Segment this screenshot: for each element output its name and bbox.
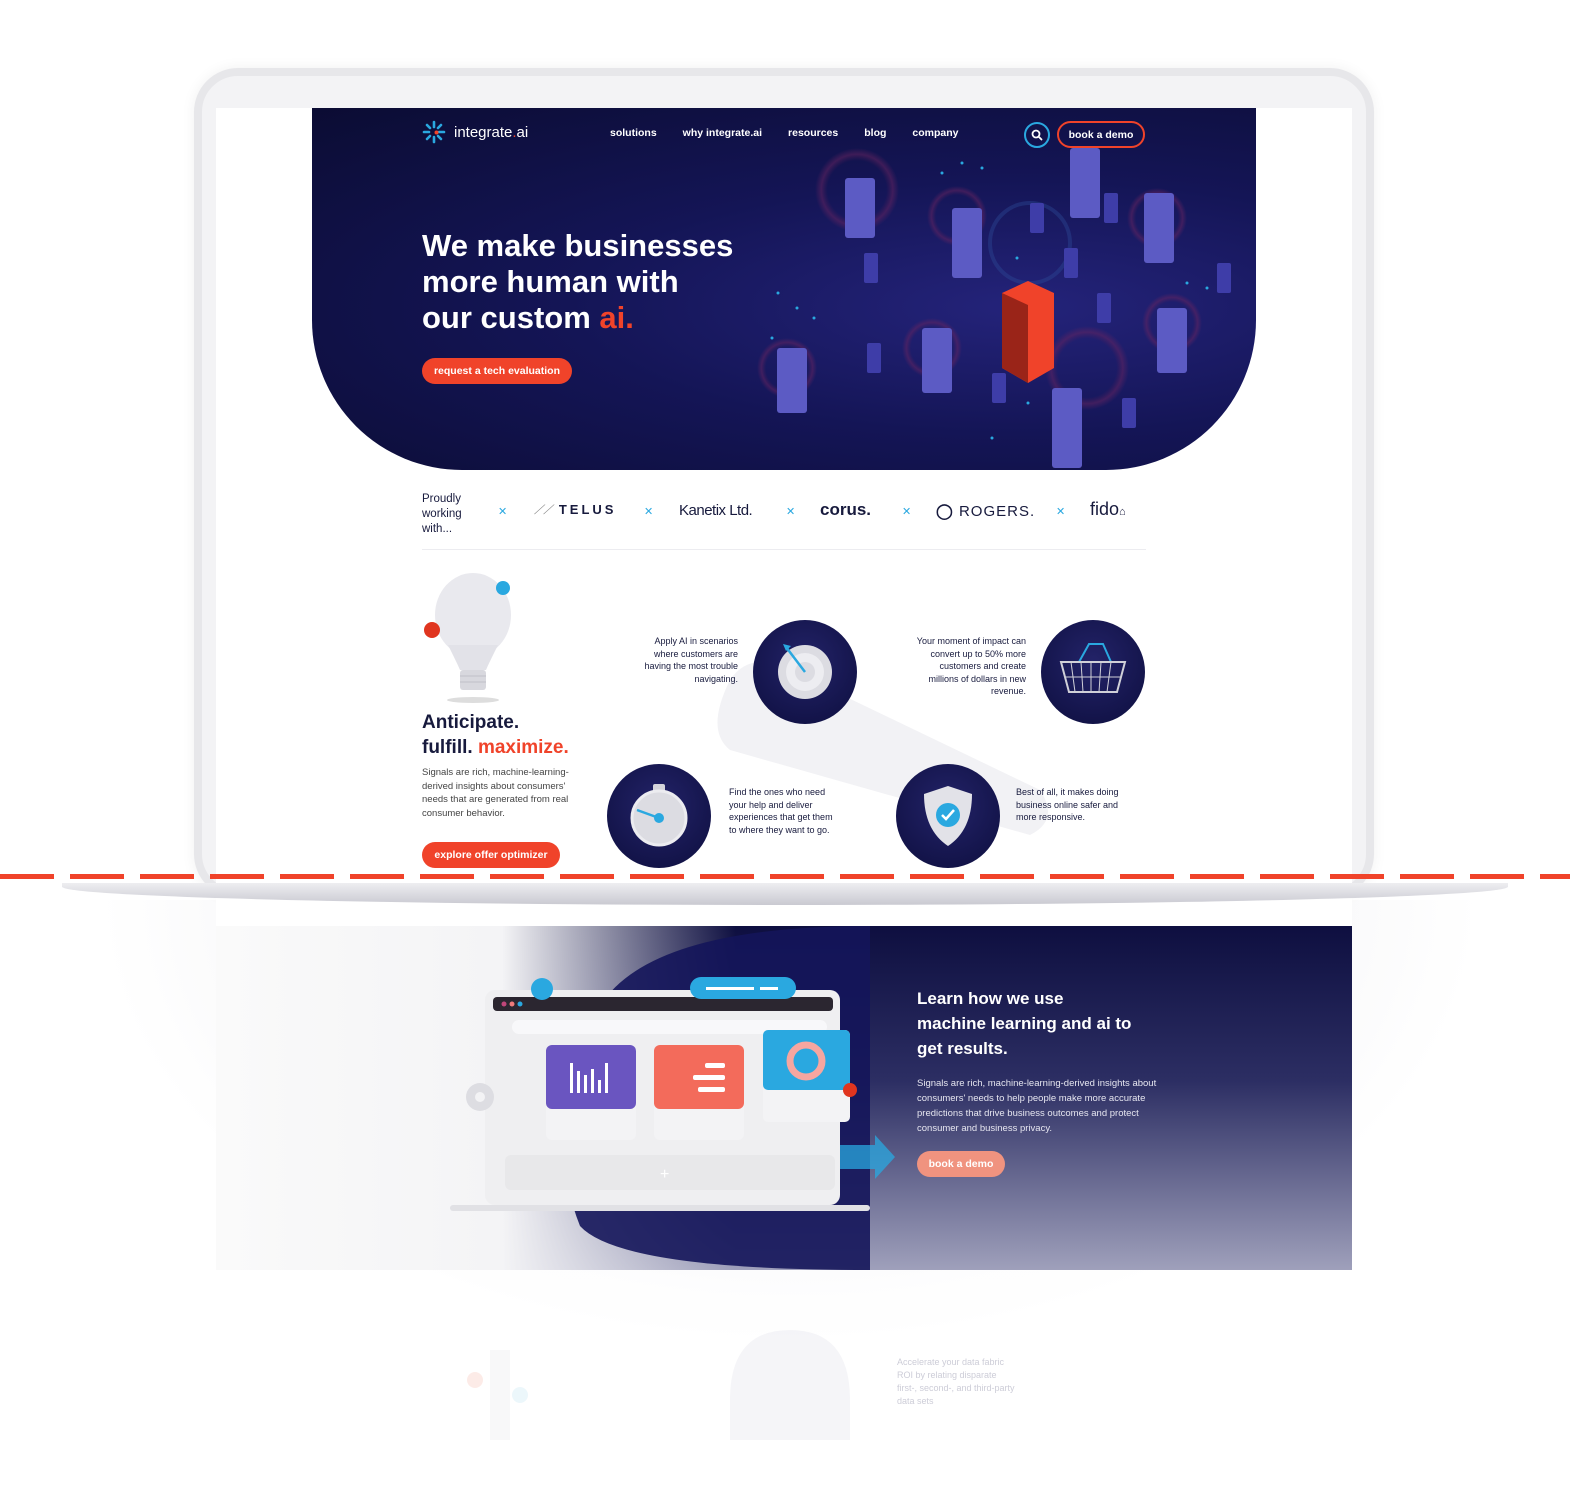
separator-icon: ✕ (644, 506, 654, 518)
separator-icon: ✕ (1056, 506, 1066, 518)
separator-icon: ✕ (786, 506, 796, 518)
explore-offer-optimizer-button[interactable]: explore offer optimizer (422, 842, 560, 868)
basket-icon (1059, 643, 1127, 693)
stopwatch-circle (607, 764, 711, 868)
nav-why-integrate[interactable]: why integrate.ai (683, 127, 762, 139)
hero-section: integrate.ai solutions why integrate.ai … (312, 108, 1256, 470)
features-body: Signals are rich, machine-learning-deriv… (422, 767, 569, 819)
logo[interactable]: integrate.ai (422, 120, 528, 144)
hero-title: We make businesses more human with our c… (422, 228, 734, 335)
partners-lead: Proudly working with... (422, 493, 462, 535)
logo-text: integrate.ai (454, 123, 529, 141)
search-icon (1031, 129, 1043, 141)
svg-text:+: + (660, 1166, 669, 1183)
nav-solutions[interactable]: solutions (610, 127, 657, 139)
partner-rogers: ◯ ROGERS. (936, 503, 1036, 520)
logo-spark-icon (422, 120, 446, 144)
dashboard-laptop-illustration: + (450, 977, 895, 1211)
book-demo-button[interactable]: book a demo (1057, 121, 1145, 148)
separator-icon: ✕ (498, 506, 508, 518)
stopwatch-icon (630, 784, 688, 847)
learn-book-demo-button[interactable]: book a demo (917, 1151, 1005, 1177)
partner-fido: fido⌂ (1090, 499, 1126, 519)
shield-check-icon (924, 786, 972, 846)
target-icon (778, 644, 832, 699)
feature-text-basket: Your moment of impact can convert up to … (916, 636, 1026, 696)
features-title: Anticipate. fulfill. maximize. (422, 712, 569, 758)
nav-links: solutions why integrate.ai resources blo… (610, 127, 959, 139)
search-button[interactable] (1024, 122, 1050, 148)
target-circle (753, 620, 857, 724)
feature-text-target: Apply AI in scenarios where customers ar… (644, 636, 738, 684)
nav-resources[interactable]: resources (788, 127, 838, 139)
shield-circle (896, 764, 1000, 868)
nav-company[interactable]: company (912, 127, 958, 139)
partners-strip: Proudly working with... ✕ ⟋⟋ TELUS ✕ Kan… (422, 490, 1146, 550)
separator-icon: ✕ (902, 506, 912, 518)
isometric-city-illustration (757, 148, 1231, 468)
feature-text-shield: Best of all, it makes doing business onl… (1016, 787, 1119, 822)
partner-kanetix: Kanetix Ltd. (679, 502, 753, 519)
signal-rings (757, 148, 1202, 410)
reflection-text: Accelerate your data fabric ROI by relat… (897, 1357, 1015, 1406)
nav-blog[interactable]: blog (864, 127, 886, 139)
top-nav: integrate.ai solutions why integrate.ai … (312, 108, 1256, 160)
fold-line (0, 874, 1570, 879)
lightbulb-illustration (424, 573, 511, 703)
learn-title: Learn how we use machine learning and ai… (917, 989, 1132, 1058)
red-tower (1002, 281, 1054, 383)
learn-body: Signals are rich, machine-learning-deriv… (917, 1078, 1157, 1134)
tech-evaluation-button[interactable]: request a tech evaluation (422, 358, 572, 384)
partner-corus: corus. (820, 500, 872, 519)
partner-telus: ⟋⟋ TELUS (534, 502, 617, 517)
feature-text-stopwatch: Find the ones who need your help and del… (729, 787, 833, 835)
basket-circle (1041, 620, 1145, 724)
